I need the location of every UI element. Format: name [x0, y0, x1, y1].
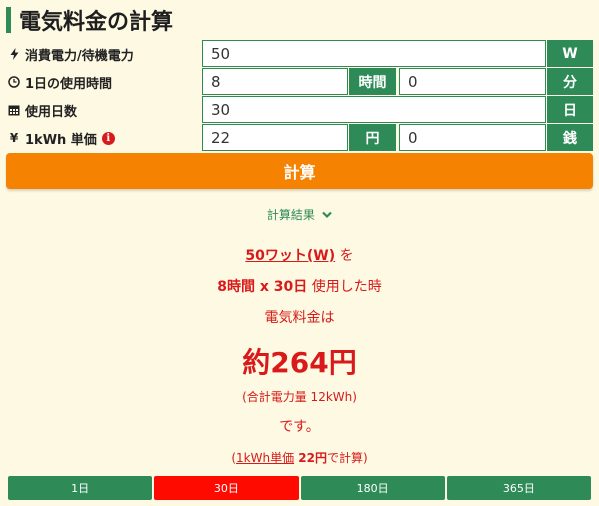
- calendar-icon: [6, 104, 22, 116]
- days-label: 使用日数: [6, 96, 77, 124]
- tab-1-day[interactable]: 1日: [8, 476, 153, 500]
- minutes-unit: 分: [547, 68, 593, 95]
- calculate-button[interactable]: 計算: [6, 153, 593, 189]
- price-label-text: 1kWh 単価: [25, 132, 97, 148]
- note-suffix: で計算): [326, 451, 368, 465]
- tab-365-days[interactable]: 365日: [446, 476, 591, 500]
- page-title: 電気料金の計算: [6, 6, 174, 35]
- result-time-line: 8時間 x 30日 使用した時: [0, 276, 599, 296]
- result-used: 使用した時: [307, 279, 382, 295]
- days-unit: 日: [547, 96, 593, 123]
- result-watt-line: 50ワット(W) を: [0, 245, 599, 265]
- unit-price-link[interactable]: 1kWh単価: [236, 451, 294, 465]
- power-unit: W: [547, 40, 593, 67]
- result-desu: です。: [279, 419, 320, 435]
- result-cost-value: 約264円: [242, 346, 357, 379]
- hours-label: 1日の使用時間: [6, 68, 112, 96]
- result-heading[interactable]: 計算結果: [0, 206, 599, 223]
- title-accent-bar: [6, 7, 11, 33]
- hours-unit: 時間: [349, 68, 396, 95]
- power-row: 消費電力/待機電力 50 W: [0, 40, 599, 68]
- chevron-down-icon: [318, 208, 332, 222]
- sen-input[interactable]: 0: [399, 124, 546, 151]
- tab-180-days[interactable]: 180日: [300, 476, 445, 500]
- result-heading-text: 計算結果: [266, 208, 315, 222]
- hours-row: 1日の使用時間 8 時間 0 分: [0, 68, 599, 96]
- result-watt: 50ワット(W): [245, 248, 336, 264]
- clock-icon: [6, 76, 22, 88]
- tab-30-days[interactable]: 30日: [154, 476, 299, 500]
- bolt-icon: [6, 48, 22, 60]
- hours-label-text: 1日の使用時間: [25, 76, 113, 92]
- page-title-text: 電気料金の計算: [19, 10, 174, 35]
- result-wo: を: [335, 248, 354, 264]
- minutes-input[interactable]: 0: [399, 68, 546, 95]
- power-input[interactable]: 50: [202, 40, 546, 67]
- sen-unit: 銭: [547, 124, 593, 151]
- result-note: (1kWh単価 22円で計算): [0, 449, 599, 466]
- price-label: ¥ 1kWh 単価 i: [6, 124, 115, 152]
- yen-input[interactable]: 22: [202, 124, 348, 151]
- yen-unit: 円: [349, 124, 396, 151]
- yen-icon: ¥: [9, 131, 19, 145]
- days-label-text: 使用日数: [25, 104, 78, 120]
- power-label: 消費電力/待機電力: [6, 40, 134, 68]
- unit-price-value: 22円: [294, 451, 327, 465]
- days-row: 使用日数 30 日: [0, 96, 599, 124]
- result-hours: 8時間 x 30日: [217, 279, 308, 295]
- power-label-text: 消費電力/待機電力: [25, 48, 134, 64]
- result-cost-label: 電気料金は: [264, 310, 335, 326]
- result-total-energy: (合計電力量 12kWh): [242, 390, 357, 404]
- days-input[interactable]: 30: [202, 96, 546, 123]
- period-tabs: 1日 30日 180日 365日: [8, 476, 591, 500]
- info-icon[interactable]: i: [101, 131, 115, 145]
- hours-input[interactable]: 8: [202, 68, 348, 95]
- price-row: ¥ 1kWh 単価 i 22 円 0 銭: [0, 124, 599, 152]
